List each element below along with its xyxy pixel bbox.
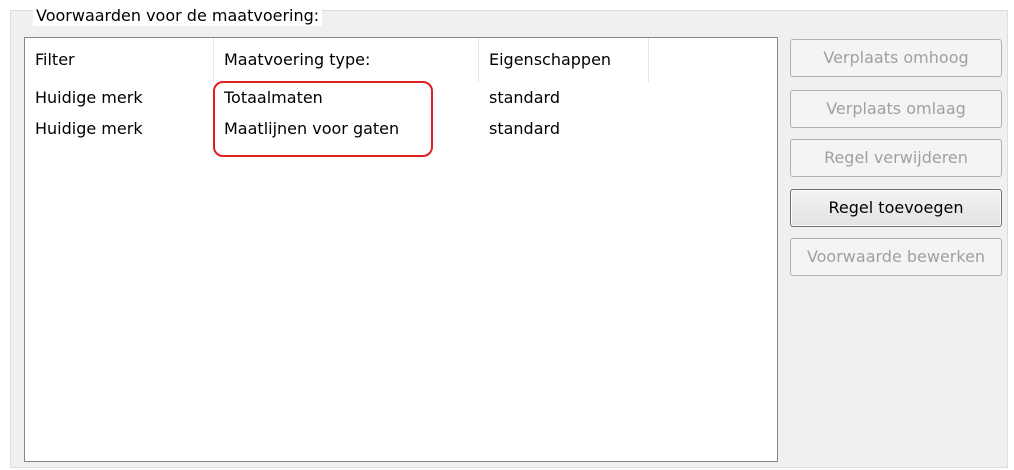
cell-dimension-type: Totaalmaten bbox=[224, 88, 323, 107]
column-header-filter[interactable]: Filter bbox=[25, 38, 214, 82]
table-row[interactable]: Huidige merk Maatlijnen voor gaten stand… bbox=[25, 113, 777, 144]
edit-condition-button[interactable]: Voorwaarde bewerken bbox=[790, 238, 1002, 276]
cell-dimension-type: Maatlijnen voor gaten bbox=[224, 119, 400, 138]
cell-filter: Huidige merk bbox=[35, 88, 143, 107]
column-header-dimension-type[interactable]: Maatvoering type: bbox=[214, 38, 479, 82]
column-header-empty bbox=[649, 38, 659, 82]
table-row[interactable]: Huidige merk Totaalmaten standard bbox=[25, 82, 777, 113]
conditions-listview[interactable]: Filter Maatvoering type: Eigenschappen H… bbox=[24, 37, 778, 462]
column-header-properties[interactable]: Eigenschappen bbox=[479, 38, 649, 82]
groupbox-title: Voorwaarden voor de maatvoering: bbox=[33, 6, 323, 26]
cell-filter: Huidige merk bbox=[35, 119, 143, 138]
delete-rule-button[interactable]: Regel verwijderen bbox=[790, 139, 1002, 177]
listview-rows: Huidige merk Totaalmaten standard Huidig… bbox=[25, 82, 777, 144]
cell-properties: standard bbox=[489, 88, 560, 107]
move-up-button[interactable]: Verplaats omhoog bbox=[790, 39, 1002, 77]
cell-properties: standard bbox=[489, 119, 560, 138]
move-down-button[interactable]: Verplaats omlaag bbox=[790, 90, 1002, 128]
add-rule-button[interactable]: Regel toevoegen bbox=[790, 189, 1002, 227]
listview-header: Filter Maatvoering type: Eigenschappen bbox=[25, 38, 777, 82]
